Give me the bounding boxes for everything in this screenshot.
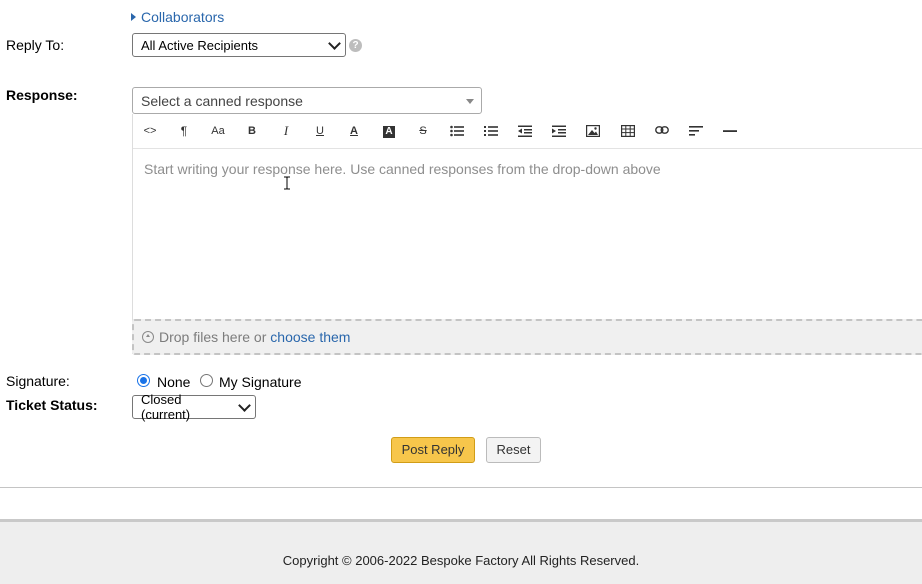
signature-none-radio[interactable] — [137, 374, 150, 387]
upload-icon — [142, 331, 154, 343]
strikethrough-icon[interactable]: S — [411, 123, 435, 139]
reply-to-select[interactable]: All Active Recipients — [132, 33, 346, 57]
editor-toolbar: <> ¶ Aa B I U A A S — [133, 114, 922, 149]
collaborators-link[interactable]: Collaborators — [141, 9, 224, 25]
horizontal-rule-icon[interactable] — [718, 123, 742, 139]
bold-icon[interactable]: B — [240, 123, 264, 139]
dropzone-text: Drop files here or — [159, 329, 267, 345]
chevron-down-icon — [328, 37, 341, 50]
reset-button[interactable]: Reset — [486, 437, 541, 463]
outdent-icon[interactable] — [513, 123, 537, 139]
signature-label: Signature: — [6, 373, 70, 389]
choose-files-link[interactable]: choose them — [270, 329, 350, 345]
unordered-list-icon[interactable] — [445, 123, 469, 139]
caret-down-icon — [466, 99, 474, 104]
signature-mine-label[interactable]: My Signature — [219, 374, 301, 390]
response-label: Response: — [6, 87, 78, 103]
reply-to-label: Reply To: — [6, 37, 65, 53]
post-reply-button[interactable]: Post Reply — [391, 437, 475, 463]
collaborators-toggle[interactable]: Collaborators — [131, 9, 224, 25]
divider — [0, 487, 922, 488]
font-size-icon[interactable]: Aa — [206, 123, 230, 139]
ticket-status-select[interactable]: Closed (current) — [132, 392, 256, 422]
text-color-icon[interactable]: A — [342, 123, 366, 139]
indent-icon[interactable] — [547, 123, 571, 139]
ticket-status-label: Ticket Status: — [6, 397, 98, 413]
copyright-text: Copyright © 2006-2022 Bespoke Factory Al… — [282, 553, 640, 568]
rich-text-editor[interactable]: <> ¶ Aa B I U A A S Start writing your r… — [132, 114, 922, 354]
chevron-down-icon — [238, 399, 251, 412]
table-icon[interactable] — [616, 123, 640, 139]
text-cursor-icon — [284, 176, 290, 190]
italic-icon[interactable]: I — [274, 123, 298, 139]
help-icon[interactable]: ? — [349, 39, 362, 52]
file-dropzone[interactable]: Drop files here or choose them — [132, 319, 922, 355]
reply-to-selected: All Active Recipients — [141, 37, 259, 53]
caret-right-icon — [131, 13, 136, 21]
ticket-status-selected: Closed (current) — [141, 392, 191, 422]
signature-mine-radio[interactable] — [200, 374, 213, 387]
image-icon[interactable] — [581, 123, 605, 139]
background-color-icon[interactable]: A — [377, 123, 401, 139]
canned-response-placeholder: Select a canned response — [141, 92, 303, 109]
html-code-icon[interactable]: <> — [138, 123, 162, 139]
underline-icon[interactable]: U — [308, 123, 332, 139]
formatting-icon[interactable]: ¶ — [172, 123, 196, 139]
editor-placeholder: Start writing your response here. Use ca… — [144, 161, 661, 177]
link-icon[interactable] — [650, 123, 674, 139]
alignment-icon[interactable] — [684, 123, 708, 139]
canned-response-select[interactable]: Select a canned response — [132, 87, 482, 114]
footer: Copyright © 2006-2022 Bespoke Factory Al… — [0, 519, 922, 584]
ordered-list-icon[interactable] — [479, 123, 503, 139]
signature-none-label[interactable]: None — [157, 374, 190, 390]
